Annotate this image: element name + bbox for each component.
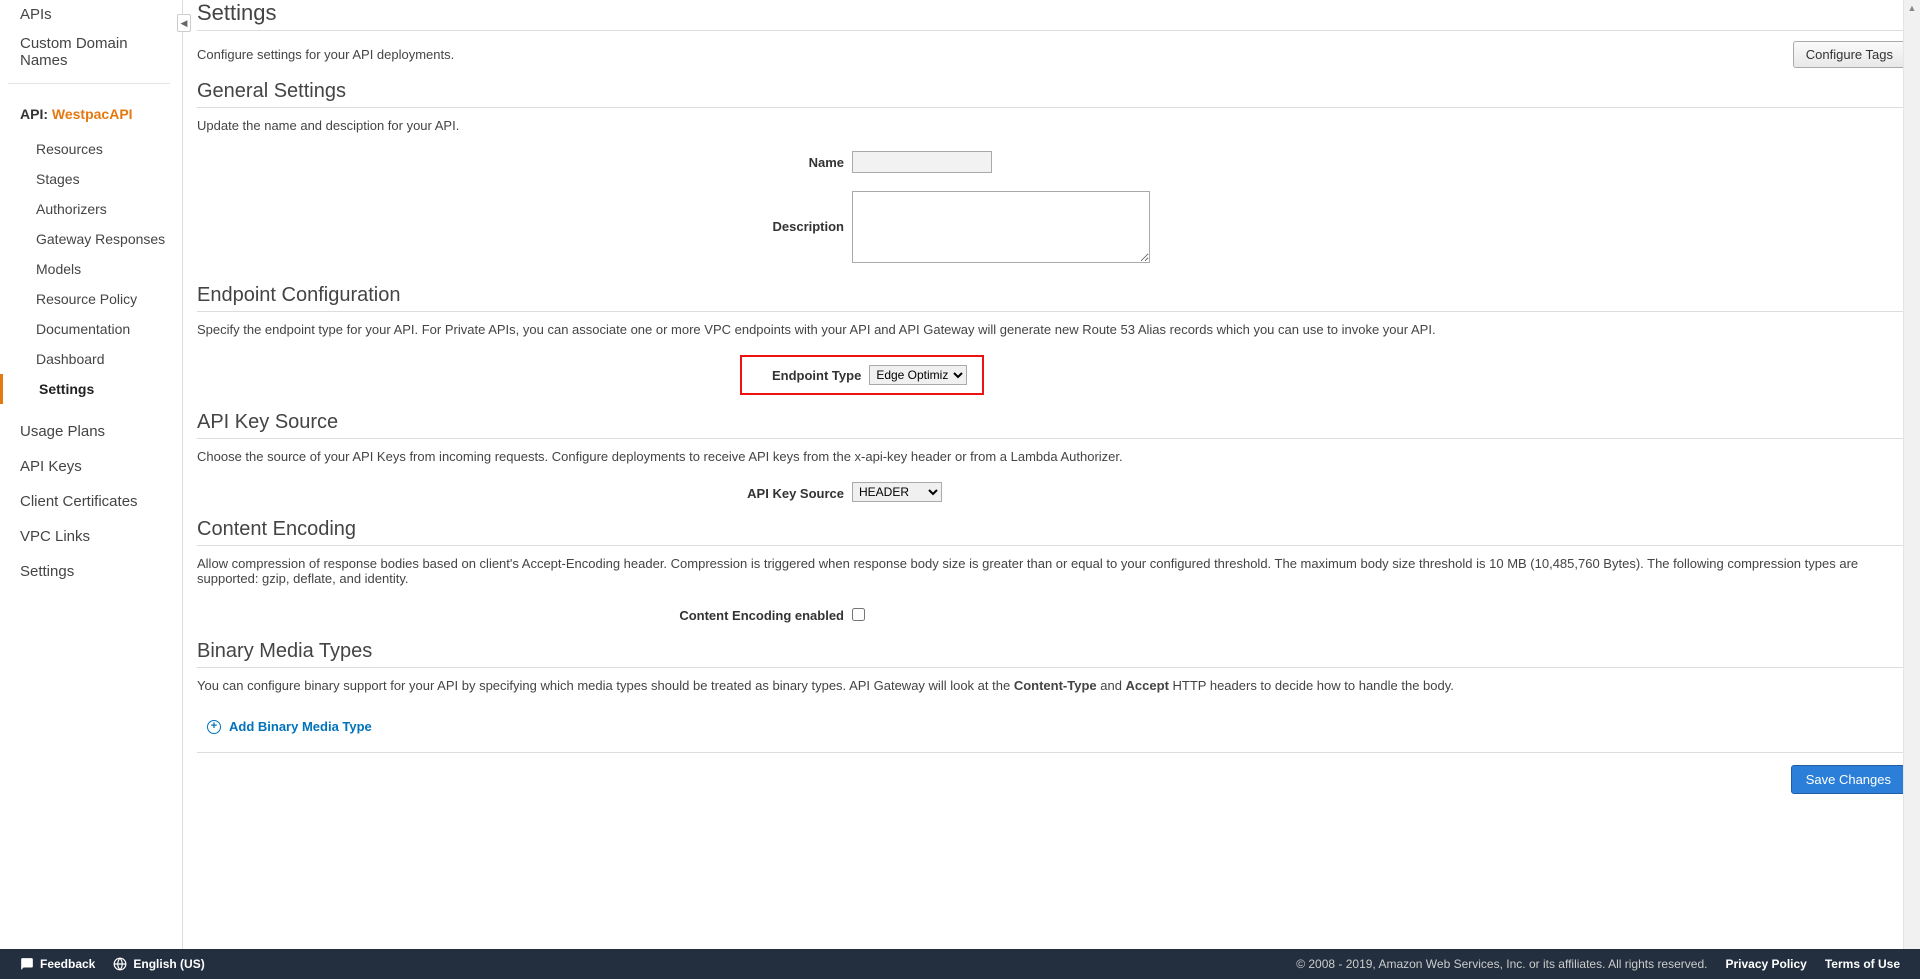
general-settings-title: General Settings [197,80,1906,108]
endpoint-type-label: Endpoint Type [772,368,861,383]
api-key-source-desc: Choose the source of your API Keys from … [197,449,1906,464]
content-encoding-desc: Allow compression of response bodies bas… [197,556,1906,586]
api-name-link[interactable]: WestpacAPI [52,106,133,122]
sidebar-sub-items: Resources Stages Authorizers Gateway Res… [0,134,182,404]
language-label: English (US) [133,957,204,971]
api-key-source-label: API Key Source [197,482,852,502]
feedback-link[interactable]: Feedback [20,957,95,971]
sidebar-api-label: API: WestpacAPI [0,100,182,128]
sidebar: ◀ APIs Custom Domain Names API: WestpacA… [0,0,183,949]
endpoint-type-select[interactable]: Edge Optimized [869,365,967,385]
endpoint-config-desc: Specify the endpoint type for your API. … [197,322,1906,337]
vertical-scrollbar[interactable]: ▲ [1903,0,1920,949]
description-textarea[interactable] [852,191,1150,263]
sidebar-top-apis[interactable]: APIs [0,0,182,29]
sidebar-divider [8,83,170,84]
description-label: Description [197,191,852,234]
sidebar-item-gateway-responses[interactable]: Gateway Responses [0,224,182,254]
sidebar-lower-client-certs[interactable]: Client Certificates [0,484,182,519]
sidebar-item-settings[interactable]: Settings [0,374,182,404]
language-selector[interactable]: English (US) [113,957,204,971]
scroll-arrow-up-icon[interactable]: ▲ [1904,0,1920,17]
speech-bubble-icon [20,957,34,971]
globe-icon [113,957,127,971]
settings-intro: Configure settings for your API deployme… [197,37,454,72]
terms-of-use-link[interactable]: Terms of Use [1825,957,1900,971]
content-encoding-title: Content Encoding [197,518,1906,546]
api-prefix: API: [20,106,52,122]
sidebar-item-authorizers[interactable]: Authorizers [0,194,182,224]
plus-circle-icon: + [207,720,221,734]
name-input[interactable] [852,151,992,173]
add-binary-media-type-link[interactable]: + Add Binary Media Type [207,719,372,734]
content-encoding-checkbox[interactable] [852,608,865,621]
copyright-text: © 2008 - 2019, Amazon Web Services, Inc.… [1296,957,1707,971]
sidebar-item-resource-policy[interactable]: Resource Policy [0,284,182,314]
sidebar-item-stages[interactable]: Stages [0,164,182,194]
save-changes-button[interactable]: Save Changes [1791,765,1906,794]
general-settings-desc: Update the name and desciption for your … [197,118,1906,133]
binary-media-desc: You can configure binary support for you… [197,678,1906,693]
binary-media-title: Binary Media Types [197,640,1906,668]
sidebar-item-resources[interactable]: Resources [0,134,182,164]
endpoint-config-title: Endpoint Configuration [197,284,1906,312]
sidebar-lower-vpc-links[interactable]: VPC Links [0,519,182,554]
privacy-policy-link[interactable]: Privacy Policy [1725,957,1806,971]
sidebar-item-documentation[interactable]: Documentation [0,314,182,344]
configure-tags-button[interactable]: Configure Tags [1793,41,1906,68]
api-key-source-title: API Key Source [197,411,1906,439]
sidebar-top-custom-domain[interactable]: Custom Domain Names [0,29,182,75]
feedback-label: Feedback [40,957,95,971]
sidebar-item-models[interactable]: Models [0,254,182,284]
sidebar-item-dashboard[interactable]: Dashboard [0,344,182,374]
sidebar-lower-api-keys[interactable]: API Keys [0,449,182,484]
sidebar-lower-usage-plans[interactable]: Usage Plans [0,414,182,449]
api-key-source-select[interactable]: HEADER [852,482,942,502]
content-encoding-label: Content Encoding enabled [197,604,852,624]
name-label: Name [197,151,852,170]
page-title: Settings [197,0,1906,31]
footer-bar: Feedback English (US) © 2008 - 2019, Ama… [0,949,1920,979]
add-binary-link-label: Add Binary Media Type [229,719,372,734]
endpoint-type-highlight: Endpoint Type Edge Optimized [740,355,984,395]
sidebar-lower-settings[interactable]: Settings [0,554,182,589]
main-content: Settings Configure settings for your API… [183,0,1920,949]
